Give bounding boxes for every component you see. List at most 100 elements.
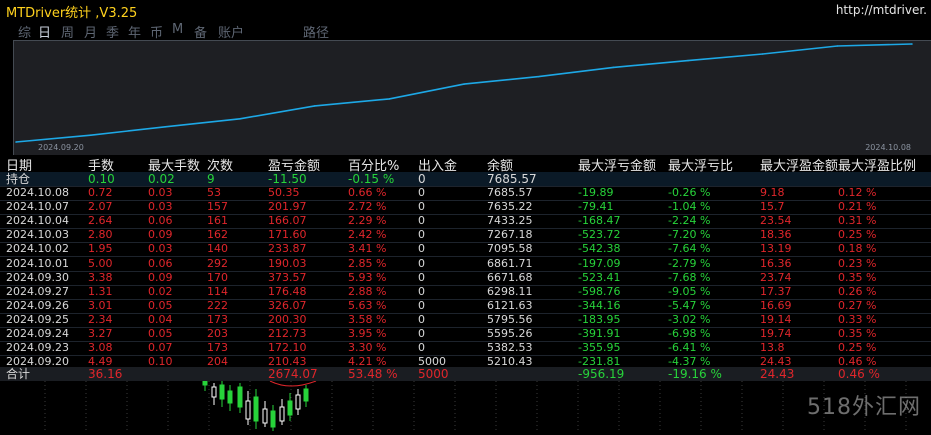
cell-count: 53 [207,186,221,199]
tab-3[interactable]: 月 [84,22,97,41]
equity-point [89,134,92,136]
cell-max-float-loss: -79.41 [578,200,614,214]
cell-pct: 3.30 % [348,341,387,355]
daily-stats-table: 日期 手数 最大手数 次数 盈亏金额 百分比% 出入金 余额 最大浮亏金额 最大浮亏比 最大浮盈金额… [0,155,931,381]
cell-max-float-loss-pct: -7.68 % [668,270,711,284]
cell-lots: 5.00 [88,256,113,270]
cell-lots: 36.16 [88,367,123,381]
equity-point [239,118,241,120]
cell-max-float-loss: -542.38 [578,242,621,256]
cell-flow: 0 [418,172,426,186]
cell-count: 292 [207,256,228,270]
cell-pct: 5.63 % [348,298,387,312]
cell-pnl: 171.60 [268,228,307,242]
cell-date: 2024.10.03 [6,228,69,242]
cell-pnl: 373.57 [268,270,307,284]
cell-max-float-profit: 19.14 [760,312,792,326]
candle-body [219,384,225,400]
cell-date: 2024.09.23 [6,341,69,355]
cell-count: 162 [207,228,228,242]
cell-max-lots: 0.09 [148,270,173,284]
app-url-link[interactable]: http://mtdriver. [836,3,927,17]
cell-count: 161 [207,214,228,228]
equity-point [612,66,615,69]
cell-max-float-profit-pct: 0.26 % [838,284,877,298]
cell-max-float-loss: -183.95 [578,312,621,326]
cell-max-float-profit-pct: 0.31 % [838,214,877,228]
cell-pct: 3.58 % [348,312,387,326]
cell-flow: 0 [418,214,425,228]
app-title: MTDriver统计 ,V3.25 [6,6,138,21]
equity-point [388,98,391,100]
cell-max-float-loss-pct: -2.24 % [668,214,711,228]
cell-date: 2024.10.01 [6,256,69,270]
table-row: 2024.09.25 2.34 0.04 173 200.30 3.58 % 0 5795.5… [0,313,931,328]
cell-lots: 2.07 [88,200,113,214]
cell-pct: 5.93 % [348,270,387,284]
equity-point [687,59,689,62]
position-row: 持仓 0.10 0.02 9 -11.50 -0.15 % 0 7685.57 [0,172,931,187]
tab-9[interactable]: 账户 [218,22,244,41]
tab-7[interactable]: M [172,22,183,37]
cell-flow: 0 [418,284,425,298]
cell-max-float-profit-pct: 0.33 % [838,312,877,326]
cell-max-float-profit: 23.54 [760,214,792,228]
tab-1[interactable]: 日 [38,22,51,41]
table-row: 2024.09.24 3.27 0.05 203 212.73 3.95 % 0 5595.2… [0,327,931,342]
cell-max-float-profit-pct: 0.12 % [838,186,877,199]
tab-6[interactable]: 币 [150,22,163,41]
cell-date: 2024.09.25 [6,312,69,326]
cell-max-float-loss: -168.47 [578,214,621,228]
tab-2[interactable]: 周 [61,22,74,41]
equity-point [463,83,465,85]
cell-pnl: 50.35 [268,186,300,199]
cell-max-float-profit: 16.36 [760,256,792,270]
cell-max-float-profit: 19.74 [760,327,792,340]
cell-lots: 2.80 [88,228,113,242]
cell-balance: 5795.56 [487,312,533,326]
x-tick-label-end: 2024.10.08 [865,143,911,152]
cell-balance: 6861.71 [487,256,533,270]
tab-0[interactable]: 综 [18,22,31,41]
cell-balance: 5595.26 [487,327,533,340]
cell-max-lots: 0.09 [148,228,173,242]
cell-pnl: 176.48 [268,284,307,298]
cell-balance: 5382.53 [487,341,533,355]
cell-max-float-profit-pct: 0.25 % [838,341,877,355]
cell-max-float-loss: -355.95 [578,341,621,355]
cell-balance: 6298.11 [487,284,533,298]
cell-pct: 53.48 % [348,367,398,381]
candle-body [202,380,208,386]
tab-10[interactable]: 路径 [303,22,329,41]
cell-balance: 7267.18 [487,228,533,242]
cell-max-float-profit: 24.43 [760,367,795,381]
cell-max-float-profit-pct: 0.23 % [838,256,877,270]
cell-date: 2024.10.02 [6,242,69,256]
equity-point [164,125,167,128]
cell-flow: 0 [418,242,425,256]
equity-point [911,43,913,45]
cell-max-float-loss: -956.19 [578,367,625,381]
price-chart-strip [0,380,931,431]
candle-body [270,410,276,428]
tab-5[interactable]: 年 [128,22,141,41]
cell-pct: 2.88 % [348,284,387,298]
cell-pct: -0.15 % [348,172,395,186]
cell-date: 2024.09.26 [6,298,69,312]
cell-count: 203 [207,327,228,340]
tab-8[interactable]: 备 [194,22,207,41]
cell-pnl: 2674.07 [268,367,318,381]
cell-lots: 0.10 [88,172,115,186]
cell-max-float-loss-pct: -7.20 % [668,228,711,242]
cell-max-lots: 0.05 [148,327,173,340]
cell-max-float-profit: 13.19 [760,242,792,256]
tab-4[interactable]: 季 [106,22,119,41]
table-row: 2024.10.01 5.00 0.06 292 190.03 2.85 % 0 6861.7… [0,257,931,272]
equity-chart-svg: 2024.09.20 2024.10.08 [15,43,913,152]
cell-pnl: 200.30 [268,312,307,326]
table-row: 2024.09.30 3.38 0.09 170 373.57 5.93 % 0 6671.6… [0,271,931,286]
table-row: 2024.09.27 1.31 0.02 114 176.48 2.88 % 0 6298.1… [0,285,931,300]
cell-flow: 0 [418,256,425,270]
cell-count: 114 [207,284,228,298]
table-row: 2024.09.23 3.08 0.07 173 172.10 3.30 % 0 5382.5… [0,341,931,357]
